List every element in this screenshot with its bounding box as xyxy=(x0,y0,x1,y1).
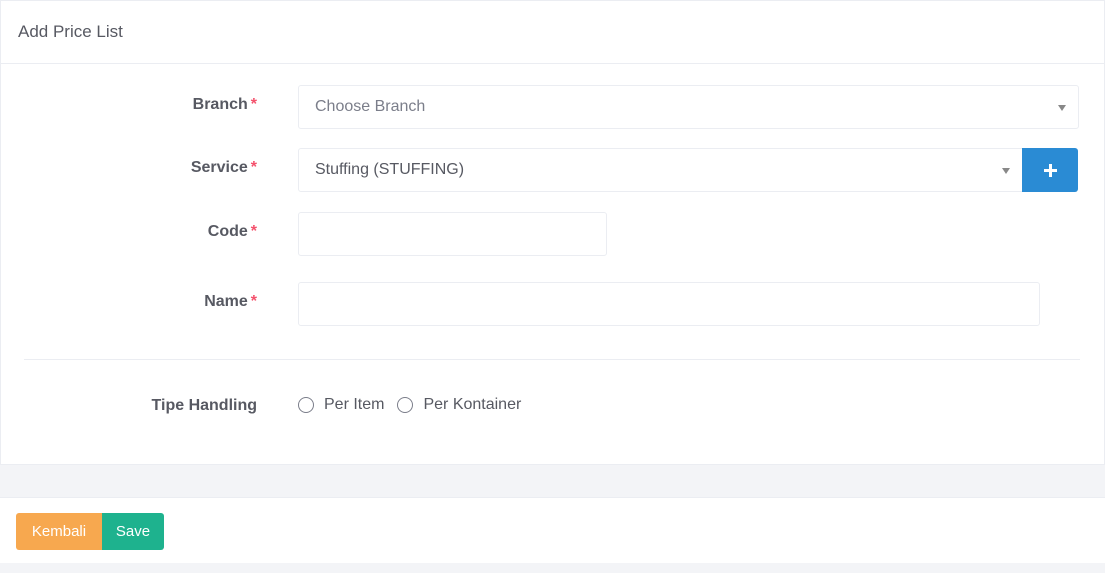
code-label: Code * xyxy=(208,223,257,241)
name-input[interactable] xyxy=(298,282,1040,326)
radio-per-kontainer-label: Per Kontainer xyxy=(423,396,522,413)
save-button[interactable]: Save xyxy=(102,513,164,550)
service-select-value: Stuffing (STUFFING) xyxy=(315,161,465,178)
page-title: Add Price List xyxy=(18,22,123,41)
service-label-text: Service xyxy=(190,159,248,176)
form-footer: Kembali Save xyxy=(0,497,1105,563)
chevron-down-icon xyxy=(1058,105,1066,111)
chevron-down-icon xyxy=(1002,168,1010,174)
card-header: Add Price List xyxy=(1,1,1104,64)
code-input[interactable] xyxy=(298,212,607,256)
radio-per-item[interactable]: Per Item xyxy=(298,396,384,414)
radio-per-kontainer[interactable]: Per Kontainer xyxy=(397,396,521,414)
radio-button[interactable] xyxy=(397,397,414,413)
tipe-handling-label-text: Tipe Handling xyxy=(151,397,257,414)
required-mark: * xyxy=(250,159,257,176)
price-list-card: Add Price List Branch * Choose Branch Ser… xyxy=(0,0,1105,465)
service-label: Service * xyxy=(191,159,257,177)
radio-per-item-label: Per Item xyxy=(324,396,385,413)
branch-select-placeholder: Choose Branch xyxy=(315,98,426,115)
tipe-handling-radio-group: Per Item Per Kontainer xyxy=(298,396,534,414)
branch-select[interactable]: Choose Branch xyxy=(298,85,1079,129)
branch-label-text: Branch xyxy=(192,96,248,113)
plus-icon xyxy=(1043,163,1057,177)
required-mark: * xyxy=(250,223,257,240)
add-service-button[interactable] xyxy=(1022,148,1078,192)
back-button[interactable]: Kembali xyxy=(16,513,102,550)
form-divider xyxy=(24,359,1080,360)
service-select[interactable]: Stuffing (STUFFING) xyxy=(298,148,1023,192)
required-mark: * xyxy=(250,293,257,310)
code-label-text: Code xyxy=(207,223,248,240)
branch-label: Branch * xyxy=(193,96,257,114)
required-mark: * xyxy=(250,96,257,113)
name-label: Name * xyxy=(204,293,257,311)
name-label-text: Name xyxy=(204,293,248,310)
tipe-handling-label: Tipe Handling xyxy=(152,397,257,415)
radio-button[interactable] xyxy=(298,397,314,413)
